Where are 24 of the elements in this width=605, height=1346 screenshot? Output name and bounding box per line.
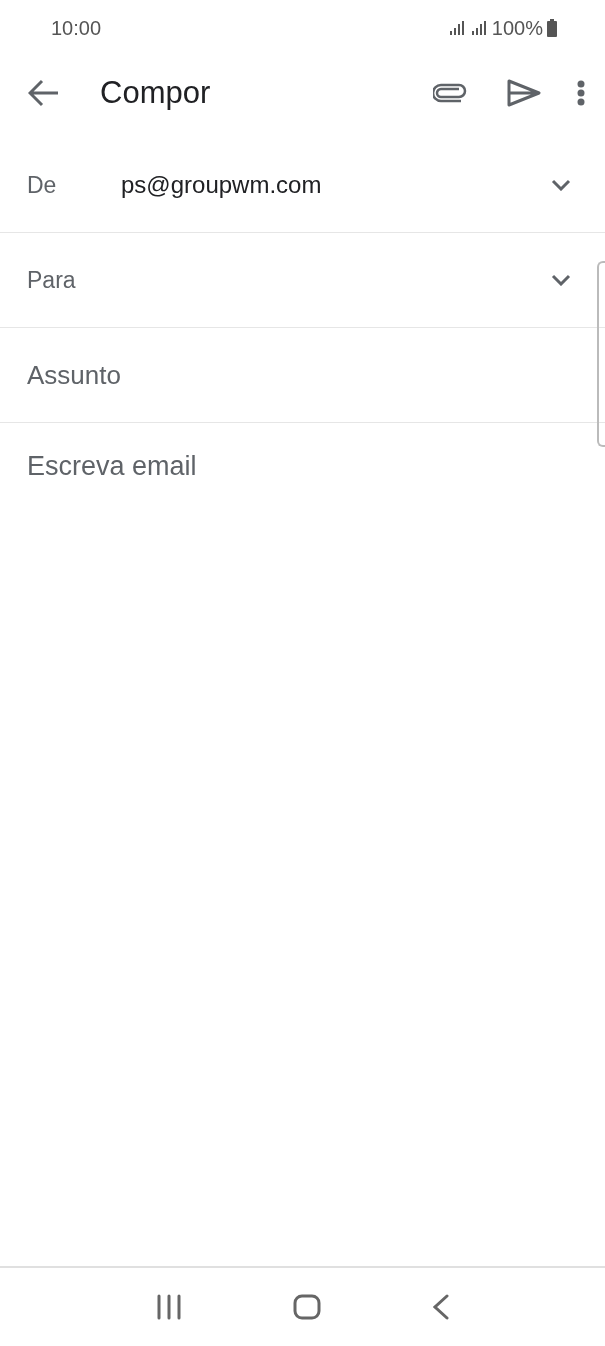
battery-percent: 100% xyxy=(491,16,543,40)
send-button[interactable] xyxy=(507,79,541,107)
more-options-button[interactable] xyxy=(577,80,585,106)
back-button[interactable] xyxy=(28,79,60,107)
send-icon xyxy=(507,79,541,107)
home-icon[interactable] xyxy=(293,1294,322,1320)
back-icon[interactable] xyxy=(433,1294,450,1320)
recent-apps-icon[interactable] xyxy=(155,1294,182,1320)
battery-icon xyxy=(547,19,557,37)
sender-address[interactable]: ps@groupwm.com xyxy=(121,171,551,199)
more-options-icon xyxy=(577,80,585,106)
signal-icon xyxy=(449,21,488,35)
back-arrow-icon xyxy=(28,79,60,107)
chevron-down-icon[interactable] xyxy=(551,274,571,286)
field-label: Para xyxy=(27,266,77,294)
body-field[interactable]: Escreva email xyxy=(27,451,197,481)
paperclip-icon xyxy=(433,83,467,103)
subject-field[interactable]: Assunto xyxy=(27,359,571,391)
field-label: De xyxy=(27,171,58,199)
chevron-down-icon[interactable] xyxy=(551,179,571,191)
screen-title: Compor xyxy=(100,75,212,111)
edge-panel-handle[interactable] xyxy=(597,261,605,447)
attach-button[interactable] xyxy=(433,83,467,103)
status-time: 10:00 xyxy=(51,16,103,40)
